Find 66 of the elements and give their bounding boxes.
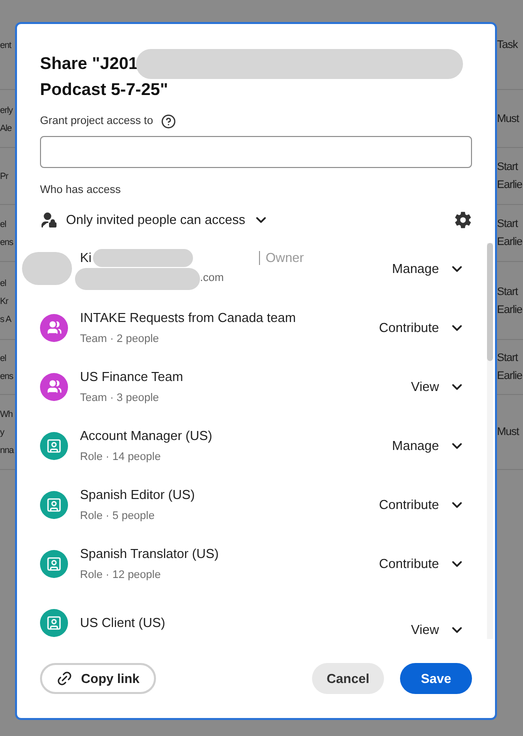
table-cell-text: Start [497, 217, 520, 232]
table-cell-text: s A [0, 312, 12, 326]
member-name: Spanish Editor (US) [80, 486, 196, 504]
member-name: US Finance Team [80, 368, 184, 386]
user-lock-icon [40, 211, 58, 229]
table-cell-text: Start [497, 351, 520, 366]
member-name: US Client (US) [80, 614, 166, 632]
member-name: Spanish Translator (US) [80, 545, 220, 563]
table-cell-text: Must [497, 112, 520, 126]
table-cell-text: el [0, 352, 8, 365]
table-cell-text: Earlie [497, 369, 523, 384]
role-avatar-icon [40, 432, 68, 460]
table-cell-text: Earlie [497, 235, 523, 250]
role-avatar-icon [40, 550, 68, 578]
table-cell-text: Start [497, 160, 520, 175]
member-detail: Role · 5 people [80, 508, 156, 524]
role-avatar-icon [40, 490, 68, 518]
owner-tag: Owner [258, 250, 304, 264]
permission-dropdown[interactable]: View [411, 376, 465, 396]
member-detail: Role · 12 people [80, 568, 162, 582]
grant-access-field[interactable] [40, 136, 472, 168]
table-cell-text: Earlie [497, 178, 523, 193]
table-cell-text: nna [0, 444, 15, 457]
field-label: Grant project access to [40, 114, 154, 129]
access-dropdown[interactable]: Only invited people can access [40, 210, 270, 230]
table-cell-text: Ale [0, 122, 13, 134]
section-label: Who has access [40, 182, 122, 198]
table-cell-text: Task [497, 38, 519, 52]
permission-dropdown[interactable]: Contribute [379, 318, 465, 338]
avatar-redaction [22, 252, 72, 285]
team-avatar-icon [40, 314, 68, 342]
member-name: Ki [80, 248, 92, 267]
table-cell-text: el [0, 218, 8, 231]
permission-dropdown[interactable]: Manage [392, 436, 465, 456]
role-avatar-icon [40, 608, 68, 636]
table-cell-text: ens [0, 370, 14, 383]
table-cell-text: erly [0, 104, 14, 117]
table-cell-text: ens [0, 236, 14, 249]
permission-dropdown[interactable]: Contribute [379, 554, 465, 574]
table-cell-text: ent [0, 38, 12, 52]
permission-dropdown[interactable]: Contribute [379, 494, 465, 514]
cancel-button[interactable]: Cancel [312, 663, 384, 694]
table-cell-text: Pr [0, 170, 10, 183]
save-button[interactable]: Save [400, 663, 472, 694]
permission-dropdown[interactable]: Manage [392, 258, 465, 278]
settings-icon[interactable] [454, 211, 472, 229]
help-icon[interactable] [161, 114, 176, 129]
table-cell-text: Wh [0, 408, 14, 421]
dialog-title: Podcast 5-7-25" [40, 79, 170, 101]
table-cell-text: Must [497, 425, 520, 440]
table-cell-text: y [0, 426, 6, 439]
copy-link-button[interactable]: Copy link [40, 663, 156, 694]
table-cell-text: Start [497, 284, 520, 300]
member-detail: Team · 2 people [80, 332, 160, 346]
member-name: INTAKE Requests from Canada team [80, 309, 297, 327]
permission-dropdown[interactable]: View [411, 620, 465, 640]
member-name: Account Manager (US) [80, 427, 214, 445]
member-email: .com [200, 271, 224, 286]
member-detail: Role · 14 people [80, 450, 162, 464]
table-cell-text: Kr [0, 294, 10, 308]
dialog-title: Share "J201 [40, 53, 138, 75]
table-cell-text: Earlie [497, 302, 523, 318]
team-avatar-icon [40, 372, 68, 400]
scrollbar-thumb[interactable] [487, 243, 493, 361]
table-cell-text: el [0, 276, 8, 290]
member-detail: Team · 3 people [80, 390, 160, 406]
